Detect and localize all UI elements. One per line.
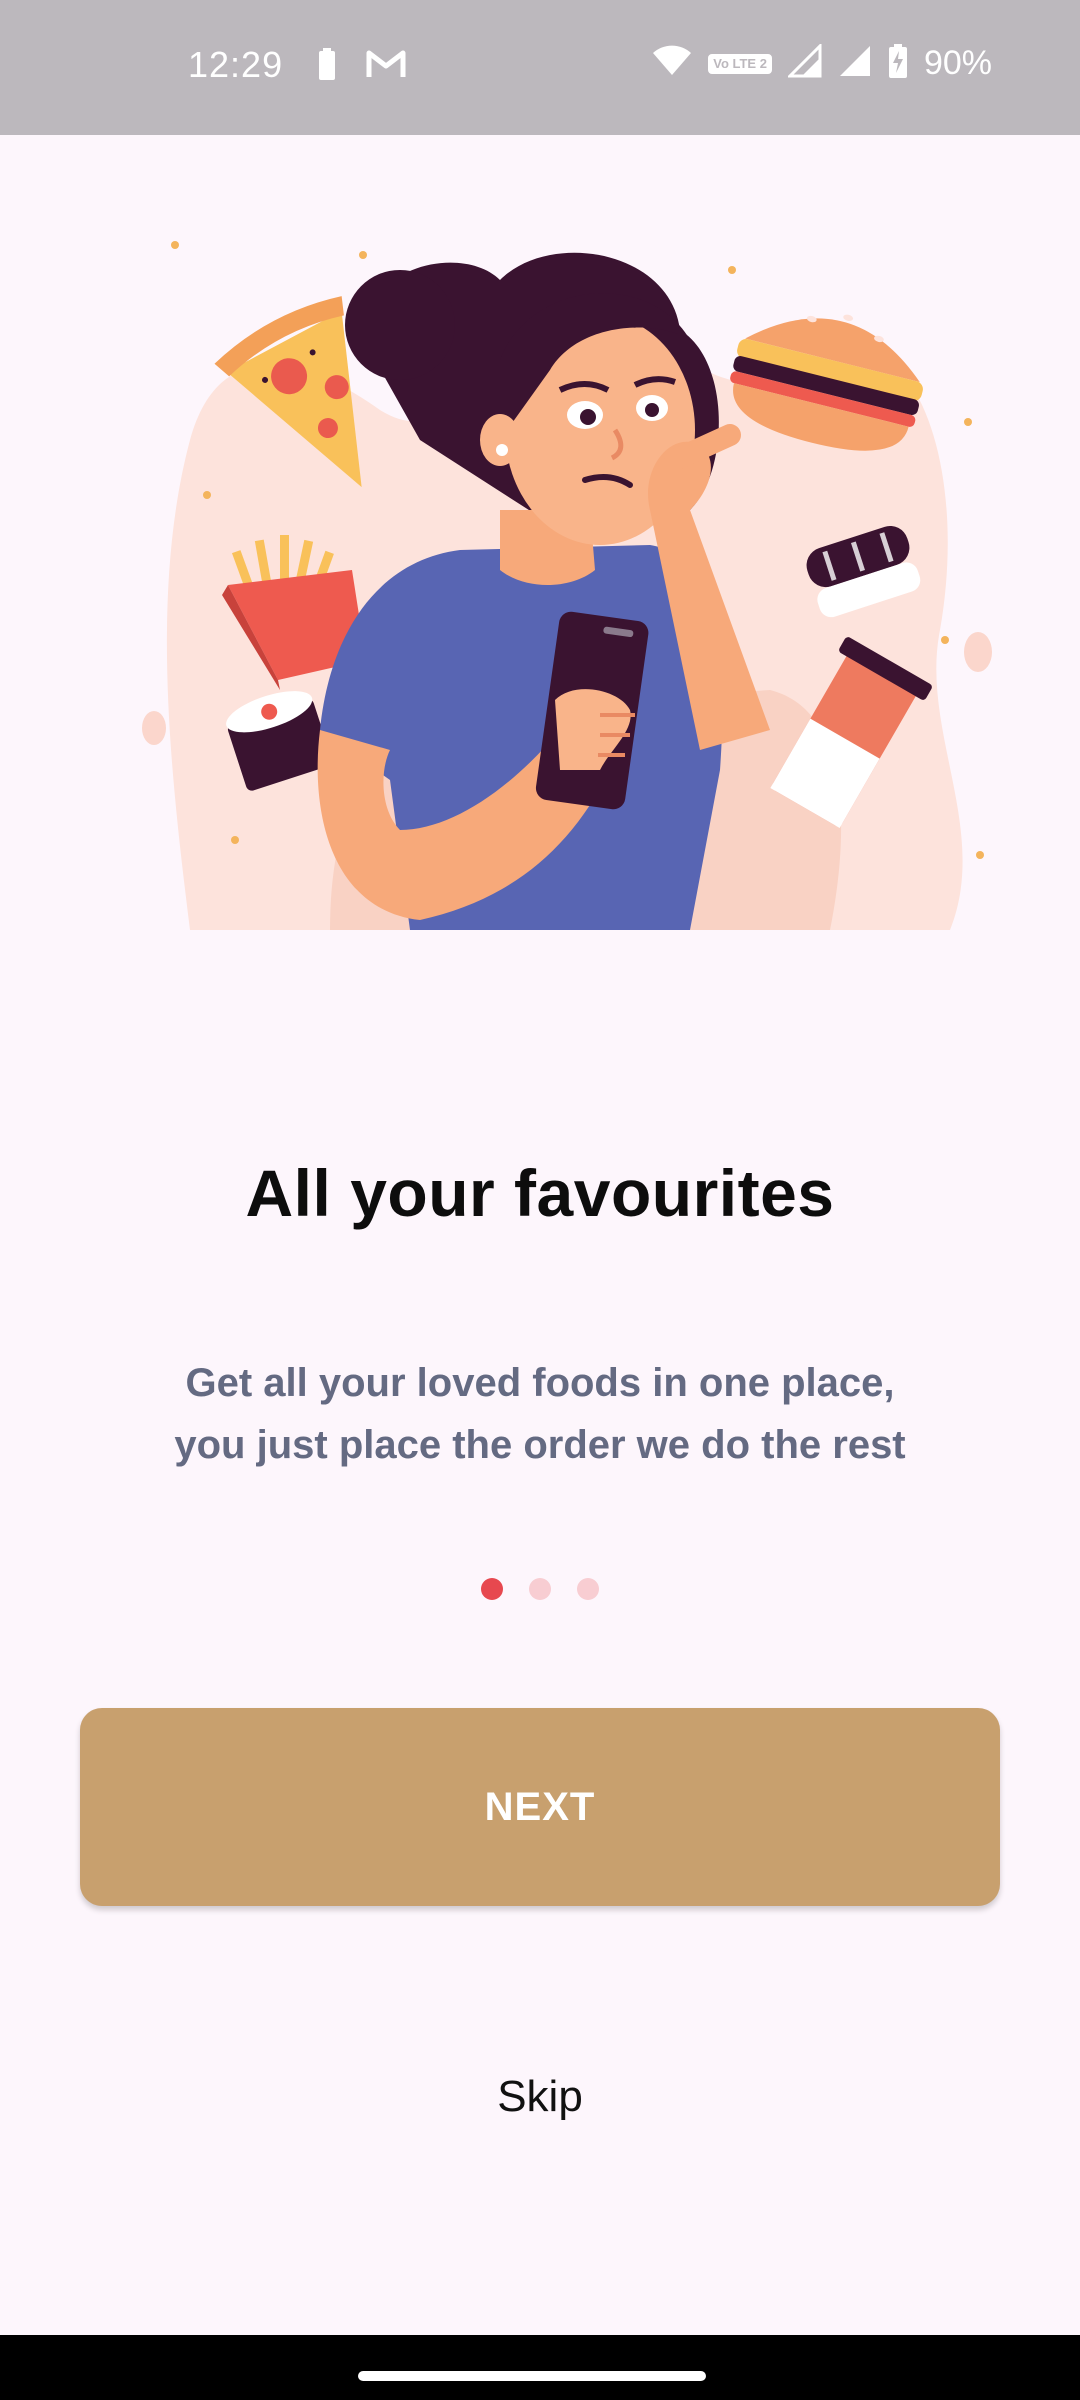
battery-percent: 90% xyxy=(923,44,992,82)
home-indicator[interactable] xyxy=(358,2371,706,2381)
status-right-icons: Vo LTE 2 90% xyxy=(652,42,992,83)
navigation-bar xyxy=(0,2335,1080,2400)
subtitle-line-1: Get all your loved foods in one place, xyxy=(185,1361,895,1405)
page-title: All your favourites xyxy=(245,1156,835,1230)
volte-icon: Vo LTE 2 xyxy=(708,53,772,74)
page-indicator xyxy=(0,1578,1080,1600)
page-dot-1 xyxy=(481,1578,503,1600)
page-dot-2 xyxy=(529,1578,551,1600)
charging-battery-icon xyxy=(888,44,908,83)
next-button[interactable]: NEXT xyxy=(80,1708,1000,1906)
gmail-icon xyxy=(366,49,406,84)
subtitle-line-2: you just place the order we do the rest xyxy=(174,1423,906,1467)
signal-icon xyxy=(838,44,872,83)
page-dot-3 xyxy=(577,1578,599,1600)
wifi-icon xyxy=(652,45,692,82)
battery-saver-icon xyxy=(318,48,336,85)
status-time: 12:29 xyxy=(188,44,284,85)
status-left-icons xyxy=(318,48,406,85)
signal-icon xyxy=(786,42,822,83)
skip-link[interactable]: Skip xyxy=(0,2072,1080,2122)
page-subtitle: Get all your loved foods in one place, y… xyxy=(100,1352,980,1476)
woman-choosing-food-illustration xyxy=(130,210,1010,940)
status-bar: 12:29 Vo LTE 2 90% xyxy=(0,0,1080,135)
